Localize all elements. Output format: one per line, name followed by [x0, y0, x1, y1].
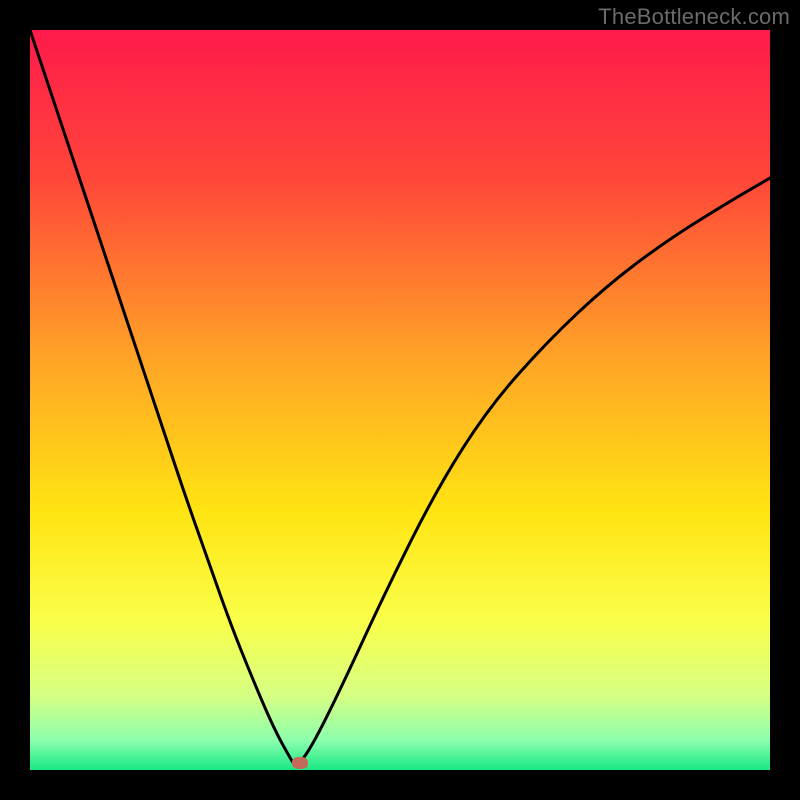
- chart-frame: TheBottleneck.com: [0, 0, 800, 800]
- curve-svg: [30, 30, 770, 770]
- watermark-text: TheBottleneck.com: [598, 4, 790, 30]
- plot-area: [30, 30, 770, 770]
- bottleneck-curve-path: [30, 30, 770, 765]
- minimum-marker: [292, 757, 308, 769]
